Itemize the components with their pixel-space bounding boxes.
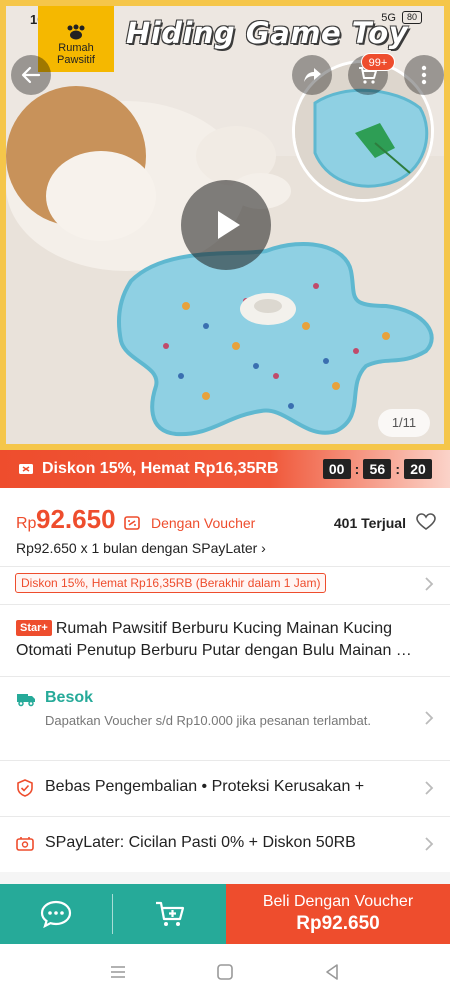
countdown-colon: : xyxy=(354,461,360,477)
brand-logo: Rumah Pawsitif xyxy=(38,6,114,72)
spaylater-row[interactable]: SPayLater: Cicilan Pasti 0% + Diskon 50R… xyxy=(0,818,450,870)
shipping-row[interactable]: Besok Dapatkan Voucher s/d Rp10.000 jika… xyxy=(0,676,450,760)
share-icon xyxy=(304,68,321,82)
chevron-right-icon xyxy=(425,837,434,851)
home-icon[interactable] xyxy=(215,962,235,982)
truck-icon xyxy=(17,694,35,707)
countdown-colon: : xyxy=(395,461,400,477)
product-title-line-1: Star+ Rumah Pawsitif Berburu Kucing Maina… xyxy=(16,618,436,640)
product-title-line-2: Otomati Penutup Berburu Putar dengan Bul… xyxy=(16,642,412,659)
buy-with-voucher-button[interactable]: Beli Dengan Voucher Rp92.650 xyxy=(226,884,450,944)
countdown-seconds: 20 xyxy=(404,459,432,479)
countdown-timer: 00 : 56 : 20 xyxy=(322,459,432,479)
bottom-action-bar: Beli Dengan Voucher Rp92.650 xyxy=(0,884,450,944)
countdown-hours: 00 xyxy=(322,459,351,479)
divider xyxy=(0,816,450,817)
price-value: 92.650 xyxy=(36,504,116,534)
divider xyxy=(0,604,450,605)
product-title: Star+ Rumah Pawsitif Berburu Kucing Maina… xyxy=(16,618,436,662)
price-currency: Rp xyxy=(16,515,37,532)
discount-row[interactable]: Diskon 15%, Hemat Rp16,35RB (Berakhir da… xyxy=(0,566,450,602)
star-plus-badge: Star+ xyxy=(16,620,52,636)
system-nav-bar xyxy=(0,944,450,1000)
add-to-cart-button[interactable] xyxy=(113,884,226,944)
returns-text: Bebas Pengembalian • Proteksi Kerusakan … xyxy=(45,778,365,795)
brand-name: Rumah Pawsitif xyxy=(57,42,95,66)
play-icon xyxy=(218,211,240,239)
chevron-right-icon xyxy=(425,711,434,725)
share-button[interactable] xyxy=(292,55,332,95)
shipping-title: Besok xyxy=(45,689,94,706)
more-button[interactable] xyxy=(404,55,444,95)
chat-icon xyxy=(40,900,72,928)
add-cart-icon xyxy=(155,901,184,926)
section-gap xyxy=(0,872,450,884)
heart-icon[interactable] xyxy=(416,513,436,531)
paw-icon xyxy=(67,24,85,40)
spaylater-installment-link[interactable]: Rp92.650 x 1 bulan dengan SPayLater › xyxy=(16,540,266,556)
shield-icon xyxy=(17,779,33,797)
countdown-minutes: 56 xyxy=(363,459,392,479)
price-row: Rp 92.650 Dengan Voucher 401 Terjual xyxy=(16,504,436,538)
sold-count: 401 Terjual xyxy=(333,515,406,531)
back-button[interactable] xyxy=(11,55,51,95)
play-video-button[interactable] xyxy=(181,180,271,270)
chat-button[interactable] xyxy=(0,884,112,944)
ticket-icon xyxy=(19,464,33,474)
flash-sale-bar[interactable]: Diskon 15%, Hemat Rp16,35RB 00 : 56 : 20 xyxy=(0,450,450,488)
divider xyxy=(0,760,450,761)
product-image-carousel[interactable]: 10.05 5G 80 Rumah Pawsitif Hiding Game T… xyxy=(0,0,450,450)
chevron-right-icon xyxy=(425,781,434,795)
buy-label: Beli Dengan Voucher xyxy=(262,893,414,910)
spaylater-text: SPayLater: Cicilan Pasti 0% + Diskon 50R… xyxy=(45,834,356,851)
discount-chip: Diskon 15%, Hemat Rp16,35RB (Berakhir da… xyxy=(15,573,327,593)
voucher-icon xyxy=(124,516,140,530)
flash-sale-text: Diskon 15%, Hemat Rp16,35RB xyxy=(42,460,279,477)
product-title-text-1: Rumah Pawsitif Berburu Kucing Mainan Kuc… xyxy=(55,620,392,637)
buy-price: Rp92.650 xyxy=(296,913,380,934)
back-icon[interactable] xyxy=(322,962,342,982)
spaylater-icon xyxy=(16,837,34,851)
image-counter: 1/11 xyxy=(378,409,430,437)
back-arrow-icon xyxy=(21,66,41,84)
hero-title: Hiding Game Toy xyxy=(126,16,409,50)
voucher-label: Dengan Voucher xyxy=(151,515,256,531)
menu-icon[interactable] xyxy=(108,962,128,982)
shipping-desc: Dapatkan Voucher s/d Rp10.000 jika pesan… xyxy=(45,713,371,728)
chevron-right-icon xyxy=(425,577,434,591)
more-icon xyxy=(421,65,427,85)
cart-badge: 99+ xyxy=(361,53,395,71)
returns-row[interactable]: Bebas Pengembalian • Proteksi Kerusakan … xyxy=(0,762,450,814)
